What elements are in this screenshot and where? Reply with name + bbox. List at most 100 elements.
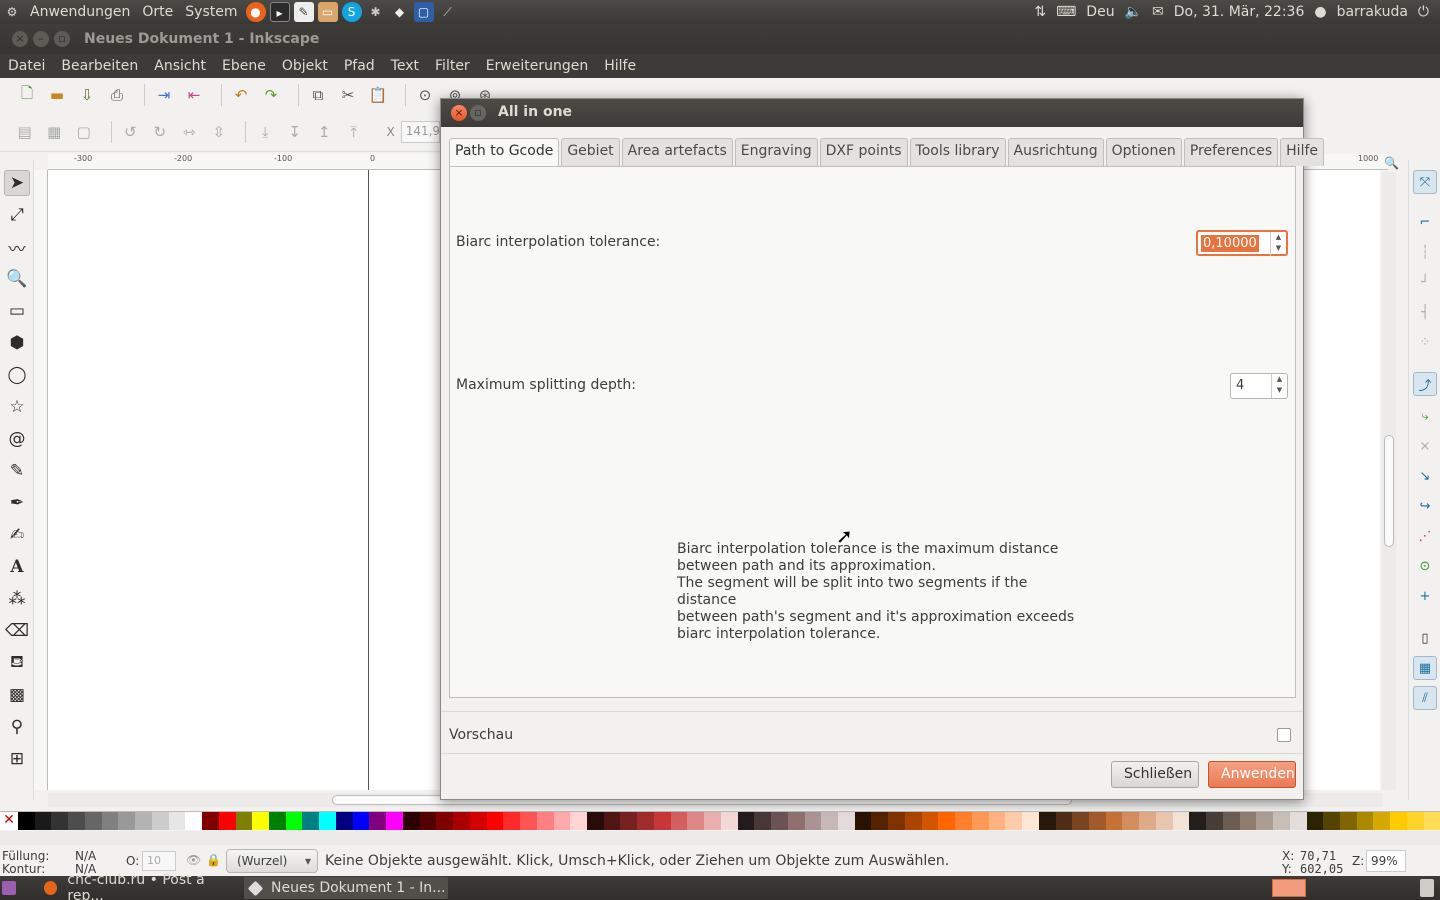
palette-swatch[interactable] bbox=[754, 812, 772, 830]
select-all-icon[interactable]: ▤ bbox=[14, 121, 36, 143]
star-tool-icon[interactable]: ☆ bbox=[4, 394, 30, 420]
palette-swatch[interactable] bbox=[1323, 812, 1341, 830]
depth-stepper-icon[interactable]: ▲ ▼ bbox=[1271, 374, 1287, 398]
palette-swatch[interactable] bbox=[603, 812, 621, 830]
apply-button[interactable]: Anwenden bbox=[1208, 761, 1296, 788]
menu-pfad[interactable]: Pfad bbox=[336, 58, 383, 74]
palette-swatch[interactable] bbox=[469, 812, 487, 830]
pen-tool-icon[interactable]: ⟋ bbox=[438, 2, 458, 22]
mail-icon[interactable]: ✉ bbox=[1147, 4, 1169, 20]
inkscape-icon[interactable]: ◆ bbox=[390, 2, 410, 22]
workspace-switcher[interactable] bbox=[1272, 879, 1306, 897]
palette-swatch[interactable] bbox=[18, 812, 35, 830]
menu-ebene[interactable]: Ebene bbox=[214, 58, 274, 74]
palette-swatch[interactable] bbox=[302, 812, 320, 830]
window-minimize-button[interactable]: – bbox=[33, 31, 49, 47]
ellipse-tool-icon[interactable]: ◯ bbox=[4, 362, 30, 388]
palette-swatch[interactable] bbox=[1423, 812, 1440, 830]
palette-swatch[interactable] bbox=[955, 812, 972, 830]
window-close-button[interactable]: × bbox=[12, 31, 28, 47]
flip-horizontal-icon[interactable]: ⇿ bbox=[178, 121, 200, 143]
deselect-icon[interactable]: ▢ bbox=[73, 121, 95, 143]
palette-swatch[interactable] bbox=[436, 812, 454, 830]
preview-checkbox[interactable] bbox=[1277, 728, 1291, 742]
palette-swatch[interactable] bbox=[586, 812, 604, 830]
layer-lock-icon[interactable]: 🔒 bbox=[206, 853, 221, 867]
palette-swatch[interactable] bbox=[1022, 812, 1039, 830]
fill-value[interactable]: N/A bbox=[75, 849, 96, 863]
paste-icon[interactable]: 📋 bbox=[367, 84, 389, 106]
palette-swatch[interactable] bbox=[101, 812, 119, 830]
menu-bearbeiten[interactable]: Bearbeiten bbox=[53, 58, 146, 74]
palette-swatch[interactable] bbox=[68, 812, 85, 830]
palette-swatch[interactable] bbox=[720, 812, 738, 830]
snap-enable-icon[interactable]: ⤧ bbox=[1413, 170, 1437, 194]
tolerance-spinbox[interactable]: 0,10000 ▲ ▼ bbox=[1196, 230, 1288, 256]
palette-swatch[interactable] bbox=[1306, 812, 1324, 830]
menu-places[interactable]: Orte bbox=[136, 4, 179, 20]
zoom-corner-icon[interactable]: 🔍 bbox=[1384, 156, 1399, 170]
gradient-tool-icon[interactable]: ▩ bbox=[4, 682, 30, 708]
palette-swatch[interactable] bbox=[787, 812, 805, 830]
palette-swatch[interactable] bbox=[821, 812, 838, 830]
palette-swatch[interactable] bbox=[118, 812, 136, 830]
export-icon[interactable]: ⇤ bbox=[183, 84, 205, 106]
eraser-tool-icon[interactable]: ⌫ bbox=[4, 618, 30, 644]
tab-dxf-points[interactable]: DXF points bbox=[819, 138, 908, 166]
save-icon[interactable]: ⇩ bbox=[76, 84, 98, 106]
menu-datei[interactable]: Datei bbox=[0, 58, 53, 74]
tab-ausrichtung[interactable]: Ausrichtung bbox=[1007, 138, 1104, 166]
connector-tool-icon[interactable]: ⊞ bbox=[4, 746, 30, 772]
dialog-titlebar[interactable]: × ▫ All in one bbox=[441, 99, 1303, 127]
depth-value[interactable]: 4 bbox=[1234, 377, 1246, 394]
palette-swatch[interactable] bbox=[854, 812, 872, 830]
palette-swatch[interactable] bbox=[1105, 812, 1123, 830]
palette-swatch[interactable] bbox=[1340, 812, 1357, 830]
snap-smooth-nodes-icon[interactable]: ↪ bbox=[1413, 494, 1437, 518]
zoom-selection-icon[interactable]: ⊙ bbox=[414, 84, 436, 106]
tolerance-value[interactable]: 0,10000 bbox=[1201, 235, 1259, 252]
paint-bucket-tool-icon[interactable]: ⛾ bbox=[4, 650, 30, 676]
palette-swatch[interactable] bbox=[1005, 812, 1023, 830]
rotate-ccw-icon[interactable]: ↺ bbox=[119, 121, 141, 143]
tweak-tool-icon[interactable]: 〰 bbox=[4, 234, 30, 260]
palette-swatch[interactable] bbox=[704, 812, 721, 830]
palette-swatch[interactable] bbox=[453, 812, 470, 830]
tab-hilfe[interactable]: Hilfe bbox=[1280, 138, 1325, 166]
pen-tool-icon[interactable]: ✒ bbox=[4, 490, 30, 516]
keyboard-layout[interactable]: Deu bbox=[1081, 4, 1119, 20]
tab-path-to-gcode[interactable]: Path to Gcode bbox=[449, 138, 560, 168]
palette-swatch[interactable] bbox=[1273, 812, 1290, 830]
snap-rotation-center-icon[interactable]: + bbox=[1413, 584, 1437, 608]
snap-object-center-icon[interactable]: ⊙ bbox=[1413, 554, 1437, 578]
menu-system[interactable]: System bbox=[179, 4, 243, 20]
spiral-tool-icon[interactable]: @ bbox=[4, 426, 30, 452]
palette-swatch[interactable] bbox=[84, 812, 102, 830]
snap-guides-icon[interactable]: ⫽ bbox=[1413, 686, 1437, 710]
palette-swatch[interactable] bbox=[419, 812, 437, 830]
palette-swatch[interactable] bbox=[1289, 812, 1307, 830]
snap-bbox-edge-icon[interactable]: ┆ bbox=[1413, 240, 1437, 264]
palette-swatch[interactable] bbox=[1038, 812, 1056, 830]
palette-swatch[interactable] bbox=[235, 812, 253, 830]
menu-filter[interactable]: Filter bbox=[427, 58, 478, 74]
menu-text[interactable]: Text bbox=[383, 58, 427, 74]
undo-icon[interactable]: ↶ bbox=[230, 84, 252, 106]
menu-applications[interactable]: Anwendungen bbox=[24, 4, 136, 20]
palette-swatch[interactable] bbox=[352, 812, 370, 830]
snap-paths-icon[interactable]: ⤷ bbox=[1413, 404, 1437, 428]
select-all-layers-icon[interactable]: ▦ bbox=[44, 121, 66, 143]
menu-ansicht[interactable]: Ansicht bbox=[146, 58, 214, 74]
virtualbox-icon[interactable]: ▢ bbox=[413, 2, 434, 22]
palette-swatch[interactable] bbox=[771, 812, 788, 830]
lower-bottom-icon[interactable]: ⤓ bbox=[254, 121, 276, 143]
palette-swatch[interactable] bbox=[1189, 812, 1207, 830]
palette-swatch[interactable] bbox=[553, 812, 571, 830]
palette-swatch[interactable] bbox=[938, 812, 956, 830]
calligraphy-tool-icon[interactable]: ✍ bbox=[4, 522, 30, 548]
firefox-icon[interactable]: ● bbox=[245, 2, 266, 22]
3d-box-tool-icon[interactable]: ⬢ bbox=[4, 330, 30, 356]
palette-swatch[interactable] bbox=[503, 812, 521, 830]
palette-swatch[interactable] bbox=[386, 812, 403, 830]
menu-erweiterungen[interactable]: Erweiterungen bbox=[478, 58, 597, 74]
